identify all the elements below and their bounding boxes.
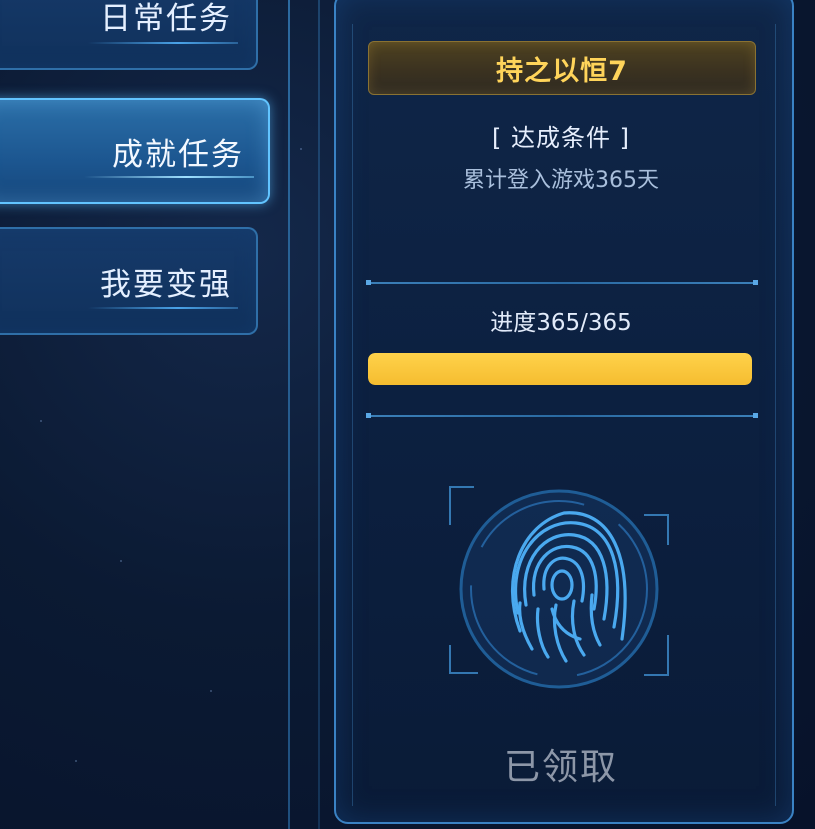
condition-header: [ 达成条件 ] — [492, 124, 630, 152]
fingerprint-icon — [448, 485, 670, 697]
tab-label: 日常任务 — [100, 0, 232, 37]
column-divider — [288, 0, 290, 829]
tab-daily-tasks[interactable]: 日常任务 — [0, 0, 258, 70]
separator-line — [366, 280, 758, 285]
progress-label: 进度365/365 — [490, 310, 632, 336]
background-star — [75, 760, 77, 762]
tab-become-stronger[interactable]: 我要变强 — [0, 227, 258, 335]
tab-achievement-tasks[interactable]: 成就任务 — [0, 98, 270, 204]
background-star — [40, 420, 42, 422]
separator-line — [366, 413, 758, 418]
background-star — [210, 690, 212, 692]
condition-text: 累计登入游戏365天 — [463, 168, 659, 193]
claimed-status: 已领取 — [503, 747, 618, 788]
progress-bar-fill — [368, 353, 752, 385]
tab-label: 成就任务 — [112, 136, 244, 173]
background-star — [300, 148, 302, 150]
progress-bar — [368, 353, 752, 385]
column-divider — [318, 0, 320, 829]
background-star — [120, 560, 122, 562]
achievement-title: 持之以恒7 — [496, 55, 628, 87]
tab-label: 我要变强 — [100, 266, 232, 303]
achievement-title-bar: 持之以恒7 — [368, 41, 756, 95]
